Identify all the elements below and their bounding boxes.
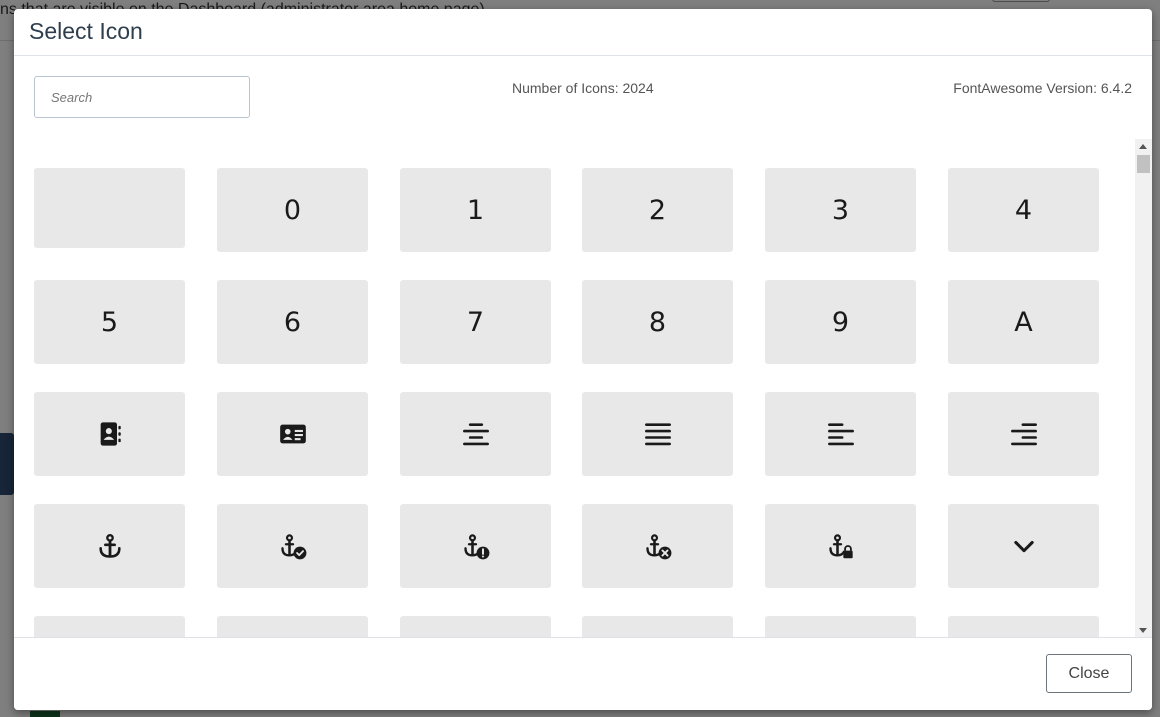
icon-grid-scrollbar[interactable]	[1135, 139, 1152, 638]
icon-tile[interactable]	[400, 504, 551, 588]
icon-tile[interactable]: 4	[948, 168, 1099, 252]
icon-tile[interactable]: 0	[217, 168, 368, 252]
modal-footer: Close	[14, 637, 1152, 710]
digit-8-icon: 8	[648, 306, 667, 338]
icon-grid-scroll-area[interactable]: 0 1 2 3 4 5 6 7 8 9 A	[14, 139, 1152, 638]
icon-tile[interactable]	[765, 392, 916, 476]
icon-tile[interactable]	[948, 504, 1099, 588]
fontawesome-version-text: FontAwesome Version: 6.4.2	[953, 80, 1132, 96]
icon-tile[interactable]: 6	[217, 280, 368, 364]
icon-tile[interactable]	[217, 392, 368, 476]
icon-tile[interactable]: 5	[34, 280, 185, 364]
icon-tile-partial[interactable]	[582, 616, 733, 638]
icon-tile[interactable]: 2	[582, 168, 733, 252]
digit-4-icon: 4	[1014, 194, 1033, 226]
align-left-icon	[827, 420, 855, 448]
search-input[interactable]	[34, 76, 250, 118]
icon-tile[interactable]	[582, 392, 733, 476]
align-center-icon	[462, 420, 490, 448]
icon-tile[interactable]: A	[948, 280, 1099, 364]
icon-tile[interactable]	[34, 392, 185, 476]
modal-header: Select Icon	[14, 9, 1152, 56]
anchor-circle-exclamation-icon	[462, 532, 490, 560]
icon-tile[interactable]: 1	[400, 168, 551, 252]
icon-tile[interactable]: 8	[582, 280, 733, 364]
icon-tile[interactable]	[948, 392, 1099, 476]
icon-tile[interactable]	[582, 504, 733, 588]
icon-tile-partial[interactable]	[34, 616, 185, 638]
align-right-icon	[1010, 420, 1038, 448]
anchor-lock-icon	[827, 532, 855, 560]
icon-tile[interactable]: 7	[400, 280, 551, 364]
icon-tile[interactable]	[34, 504, 185, 588]
address-book-icon	[96, 420, 124, 448]
icon-tile[interactable]: 3	[765, 168, 916, 252]
icon-tile-partial[interactable]	[217, 616, 368, 638]
digit-1-icon: 1	[466, 194, 485, 226]
icon-tile[interactable]	[34, 168, 185, 248]
anchor-circle-xmark-icon	[644, 532, 672, 560]
digit-2-icon: 2	[648, 194, 667, 226]
icon-tile-partial[interactable]	[765, 616, 916, 638]
address-card-icon	[279, 420, 307, 448]
digit-0-icon: 0	[283, 194, 302, 226]
icon-tile-partial[interactable]	[948, 616, 1099, 638]
icon-tile[interactable]: 9	[765, 280, 916, 364]
angle-down-icon	[1010, 532, 1038, 560]
scrollbar-thumb[interactable]	[1137, 155, 1150, 173]
icon-tile[interactable]	[400, 392, 551, 476]
icon-tile[interactable]	[217, 504, 368, 588]
digit-3-icon: 3	[831, 194, 850, 226]
modal-title: Select Icon	[29, 18, 143, 44]
icon-tile-partial[interactable]	[400, 616, 551, 638]
anchor-icon	[96, 532, 124, 560]
icon-tile[interactable]	[765, 504, 916, 588]
letter-a-icon: A	[1014, 306, 1033, 338]
digit-5-icon: 5	[100, 306, 119, 338]
digit-6-icon: 6	[283, 306, 302, 338]
scroll-down-arrow-icon[interactable]	[1139, 628, 1147, 633]
align-justify-icon	[644, 420, 672, 448]
scroll-up-arrow-icon[interactable]	[1139, 144, 1147, 149]
select-icon-modal: Select Icon Number of Icons: 2024 FontAw…	[14, 9, 1152, 710]
digit-9-icon: 9	[831, 306, 850, 338]
digit-7-icon: 7	[466, 306, 485, 338]
close-button[interactable]: Close	[1046, 654, 1132, 693]
icon-count-text: Number of Icons: 2024	[512, 80, 654, 96]
anchor-circle-check-icon	[279, 532, 307, 560]
